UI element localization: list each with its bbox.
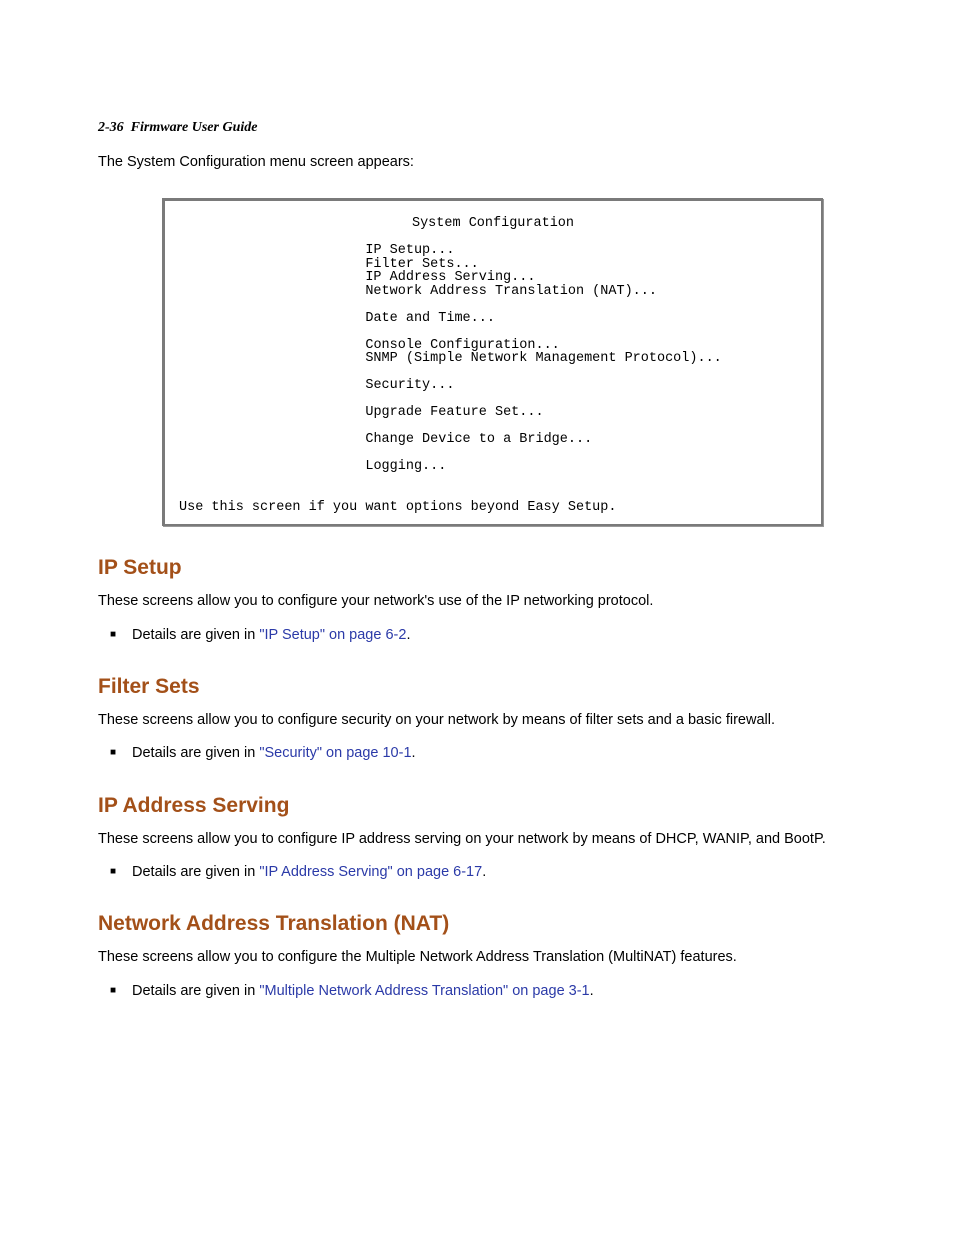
heading-ip-setup: IP Setup	[98, 556, 856, 580]
terminal-screen: System Configuration IP Setup... Filter …	[162, 198, 823, 526]
bullet-posttext: .	[590, 983, 594, 999]
page-ref: 2-36	[98, 120, 124, 135]
terminal-line: Console Configuration... SNMP (Simple Ne…	[179, 338, 722, 367]
terminal-line: IP Setup... Filter Sets... IP Address Se…	[179, 243, 657, 299]
body-ip-setup: These screens allow you to configure you…	[98, 592, 856, 612]
list-item: Details are given in "IP Setup" on page …	[110, 624, 856, 647]
terminal-hint: Use this screen if you want options beyo…	[179, 501, 807, 515]
heading-ip-address-serving: IP Address Serving	[98, 794, 856, 818]
terminal-container: System Configuration IP Setup... Filter …	[98, 198, 856, 526]
bullet-pretext: Details are given in	[132, 983, 259, 999]
bullet-pretext: Details are given in	[132, 745, 259, 761]
body-ip-address-serving: These screens allow you to configure IP …	[98, 830, 856, 850]
list-item: Details are given in "Security" on page …	[110, 742, 856, 765]
bullet-posttext: .	[412, 745, 416, 761]
cross-ref-link[interactable]: "IP Setup" on page 6-2	[259, 627, 406, 643]
terminal-line: Upgrade Feature Set...	[365, 405, 543, 420]
bullet-pretext: Details are given in	[132, 864, 259, 880]
cross-ref-link[interactable]: "IP Address Serving" on page 6-17	[259, 864, 482, 880]
bullet-posttext: .	[482, 864, 486, 880]
intro-text: The System Configuration menu screen app…	[98, 154, 856, 170]
terminal-line: Logging...	[365, 459, 446, 474]
cross-ref-link[interactable]: "Multiple Network Address Translation" o…	[259, 983, 589, 999]
heading-filter-sets: Filter Sets	[98, 675, 856, 699]
terminal-line: Security...	[365, 378, 454, 393]
bullet-posttext: .	[406, 627, 410, 643]
terminal-title: System Configuration	[179, 217, 807, 231]
bullet-list: Details are given in "Security" on page …	[98, 742, 856, 765]
body-filter-sets: These screens allow you to configure sec…	[98, 711, 856, 731]
document-page: 2-36 Firmware User Guide The System Conf…	[0, 0, 954, 1063]
cross-ref-link[interactable]: "Security" on page 10-1	[259, 745, 411, 761]
bullet-list: Details are given in "Multiple Network A…	[98, 980, 856, 1003]
guide-name: Firmware User Guide	[131, 120, 258, 135]
running-header: 2-36 Firmware User Guide	[98, 120, 856, 136]
list-item: Details are given in "Multiple Network A…	[110, 980, 856, 1003]
list-item: Details are given in "IP Address Serving…	[110, 861, 856, 884]
heading-nat: Network Address Translation (NAT)	[98, 912, 856, 936]
bullet-pretext: Details are given in	[132, 627, 259, 643]
bullet-list: Details are given in "IP Address Serving…	[98, 861, 856, 884]
terminal-line: Change Device to a Bridge...	[365, 432, 592, 447]
terminal-line: Date and Time...	[365, 311, 495, 326]
bullet-list: Details are given in "IP Setup" on page …	[98, 624, 856, 647]
body-nat: These screens allow you to configure the…	[98, 948, 856, 968]
